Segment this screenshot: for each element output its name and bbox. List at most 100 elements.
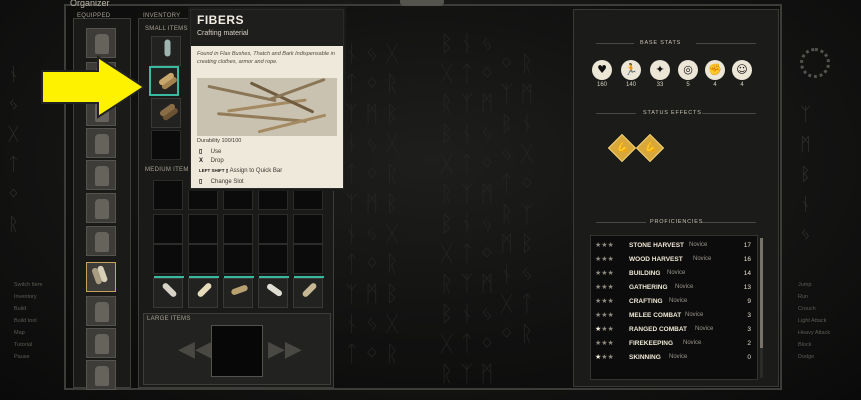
large-slot[interactable] bbox=[211, 325, 263, 377]
inventory-label: INVENTORY bbox=[143, 13, 181, 19]
equip-slot-weapon[interactable] bbox=[86, 262, 116, 292]
medium-slot[interactable] bbox=[153, 214, 183, 244]
medium-slot-tool[interactable] bbox=[153, 276, 184, 308]
medium-slot-tool[interactable] bbox=[188, 276, 219, 308]
list-item[interactable]: ★★★ GATHERING Novice 13 bbox=[595, 283, 755, 296]
durability-bar bbox=[189, 276, 219, 278]
proficiency-value: 14 bbox=[743, 270, 751, 277]
tooltip-action-quickbar: LEFT SHIFT ▯ Assign to Quick Bar bbox=[199, 168, 282, 174]
tooltip-action-change-slot: ▯ Change Slot bbox=[199, 178, 244, 185]
rune-decoration: ᚾᛃᚷᛏᛜᚱ bbox=[8, 64, 19, 235]
medium-slot[interactable] bbox=[153, 180, 183, 210]
agility-icon: ✦ bbox=[650, 60, 670, 80]
medium-slot[interactable] bbox=[258, 214, 288, 244]
small-slot-1[interactable] bbox=[151, 36, 181, 66]
equip-slot-head[interactable] bbox=[86, 28, 116, 58]
medium-slot-tool[interactable] bbox=[293, 276, 324, 308]
action-label: Assign to Quick Bar bbox=[229, 168, 283, 174]
base-stats-title: BASE STATS bbox=[640, 40, 682, 46]
list-item[interactable]: ★★★ SKINNING Novice 0 bbox=[595, 353, 755, 366]
divider bbox=[596, 43, 634, 44]
stat-value: 160 bbox=[596, 82, 607, 88]
target-icon: ◎ bbox=[678, 60, 698, 80]
proficiency-level: Novice bbox=[693, 256, 712, 262]
top-tab-button[interactable] bbox=[400, 0, 444, 6]
proficiency-name: GATHERING bbox=[629, 284, 668, 291]
hint-label: Dodge bbox=[798, 354, 815, 360]
list-item[interactable]: ★★★ FIREKEEPING Novice 2 bbox=[595, 339, 755, 352]
stat-value: 5 bbox=[686, 82, 690, 88]
list-item[interactable]: ★★★ STONE HARVEST Novice 17 bbox=[595, 241, 755, 254]
stars-icon: ★★★ bbox=[595, 353, 614, 361]
list-item[interactable]: ★★★ MELEE COMBAT Novice 3 bbox=[595, 311, 755, 324]
arm-effect-icon: 💪 bbox=[617, 143, 629, 153]
proficiency-level: Novice bbox=[669, 354, 688, 360]
proficiency-value: 3 bbox=[747, 312, 751, 319]
equip-slot-accessory[interactable] bbox=[86, 360, 116, 390]
equip-slot-legs[interactable] bbox=[86, 193, 116, 223]
hint-label: Pause bbox=[14, 354, 30, 360]
hint-label: Map bbox=[14, 330, 25, 336]
medium-slot[interactable] bbox=[258, 244, 288, 274]
stone-axe-icon bbox=[157, 281, 181, 306]
durability-bar bbox=[224, 276, 254, 278]
equip-slot-offhand[interactable] bbox=[86, 296, 116, 326]
medium-slot[interactable] bbox=[293, 244, 323, 274]
hint-label: Crouch bbox=[798, 306, 816, 312]
scrollbar-thumb[interactable] bbox=[760, 238, 763, 348]
equip-slot-feet[interactable] bbox=[86, 226, 116, 256]
torch-icon bbox=[227, 282, 251, 306]
item-tooltip: FIBERS Crafting material Found in Flax B… bbox=[190, 9, 344, 189]
proficiency-level: Novice bbox=[689, 242, 708, 248]
equipped-label: EQUIPPED bbox=[77, 13, 111, 19]
chevron-left-icon[interactable]: ◀◀ bbox=[178, 336, 212, 362]
list-item[interactable]: ★★★ BUILDING Novice 14 bbox=[595, 269, 755, 282]
proficiency-name: WOOD HARVEST bbox=[629, 256, 683, 263]
small-slot-3[interactable] bbox=[151, 98, 181, 128]
medium-slot-tool[interactable] bbox=[258, 276, 289, 308]
large-items-label: LARGE ITEMS bbox=[147, 316, 191, 322]
proficiency-value: 17 bbox=[743, 242, 751, 249]
chevron-right-icon[interactable]: ▶▶ bbox=[268, 336, 302, 362]
proficiency-name: BUILDING bbox=[629, 270, 661, 277]
medium-slot[interactable] bbox=[293, 214, 323, 244]
proficiency-name: RANGED COMBAT bbox=[629, 326, 688, 333]
list-item[interactable]: ★★★ RANGED COMBAT Novice 3 bbox=[595, 325, 755, 338]
divider bbox=[702, 222, 756, 223]
medium-slot[interactable] bbox=[223, 244, 253, 274]
medium-slot-tool[interactable] bbox=[223, 276, 254, 308]
fist-icon: ✊ bbox=[705, 60, 725, 80]
tooltip-category: Crafting material bbox=[197, 30, 249, 37]
hint-label: Light Attack bbox=[798, 318, 827, 324]
medium-slot[interactable] bbox=[223, 214, 253, 244]
list-item[interactable]: ★★★ CRAFTING Novice 9 bbox=[595, 297, 755, 310]
mouse-icon: ▯ bbox=[199, 149, 203, 155]
proficiency-name: STONE HARVEST bbox=[629, 242, 685, 249]
equip-slot-hands[interactable] bbox=[86, 160, 116, 190]
proficiency-level: Novice bbox=[683, 340, 702, 346]
hint-label: Build bbox=[14, 306, 27, 312]
proficiency-name: FIREKEEPING bbox=[629, 340, 674, 347]
equip-slot-torso[interactable] bbox=[86, 128, 116, 158]
scrollbar[interactable] bbox=[760, 238, 763, 378]
durability-bar bbox=[154, 276, 184, 278]
medium-slot[interactable] bbox=[153, 244, 183, 274]
stars-icon: ★★★ bbox=[595, 269, 614, 277]
mouse-icon: ▯ bbox=[199, 179, 203, 185]
running-icon: 🏃 bbox=[621, 60, 641, 80]
medium-slot[interactable] bbox=[188, 244, 218, 274]
list-item[interactable]: ★★★ WOOD HARVEST Novice 16 bbox=[595, 255, 755, 268]
medium-slot[interactable] bbox=[188, 214, 218, 244]
head-icon: ☺ bbox=[732, 60, 752, 80]
stars-icon: ★★★ bbox=[595, 241, 614, 249]
proficiency-name: MELEE COMBAT bbox=[629, 312, 682, 319]
proficiencies-title: PROFICIENCIES bbox=[650, 219, 704, 225]
small-slot-4[interactable] bbox=[151, 130, 181, 160]
gear-icon[interactable] bbox=[800, 48, 830, 78]
stat-value: 4 bbox=[740, 82, 744, 88]
proficiency-value: 16 bbox=[743, 256, 751, 263]
equip-slot-tool[interactable] bbox=[86, 328, 116, 358]
small-slot-fibers[interactable] bbox=[149, 66, 179, 96]
stone-tool-icon bbox=[90, 264, 114, 290]
proficiency-name: CRAFTING bbox=[629, 298, 663, 305]
